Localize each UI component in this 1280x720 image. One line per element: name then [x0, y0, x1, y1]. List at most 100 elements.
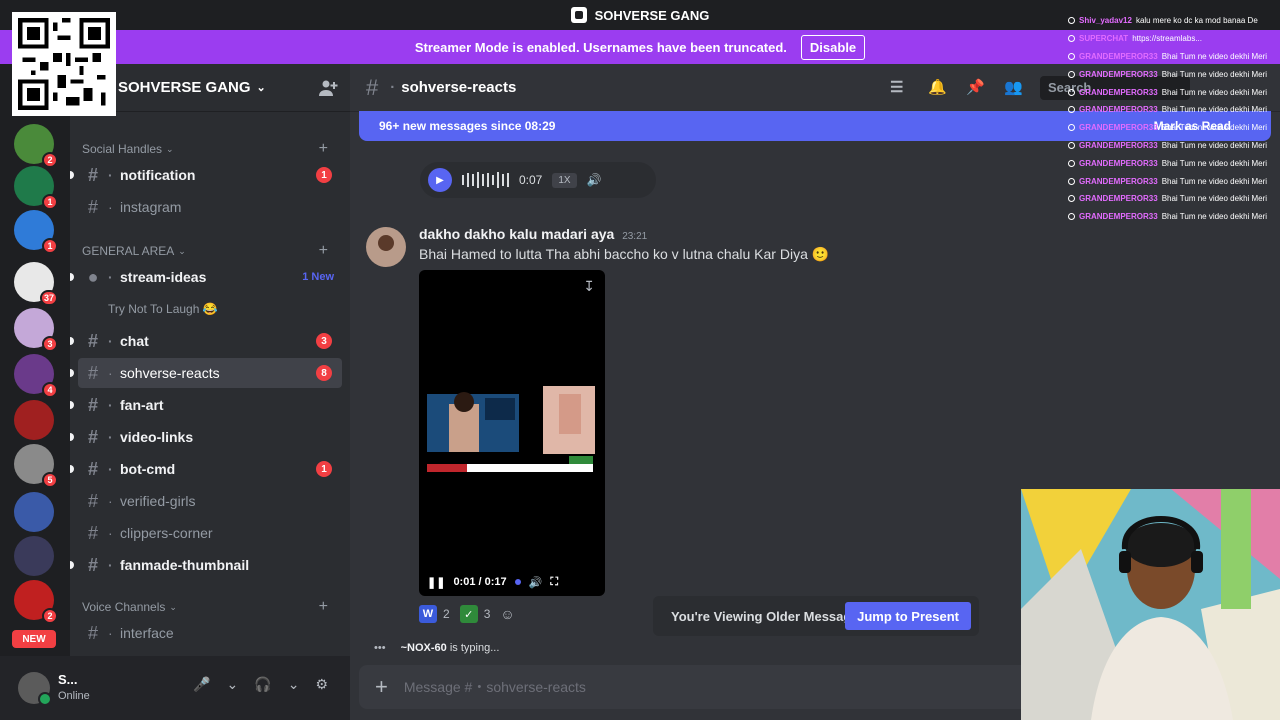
forum-icon: ●: [87, 266, 99, 287]
add-channel-icon[interactable]: +: [319, 140, 328, 158]
category-label: GENERAL AREA: [82, 244, 175, 258]
progress-dot[interactable]: [514, 579, 521, 585]
server-list: 2 1 1 37 3 4 5 2 NEW: [0, 64, 70, 720]
category-voice-channels[interactable]: Voice Channels ⌄ +: [82, 598, 338, 616]
unread-indicator: [70, 337, 74, 345]
hash-icon: #: [87, 522, 98, 543]
hash-icon: #: [87, 394, 98, 415]
gear-icon[interactable]: ⚙: [315, 676, 328, 693]
hash-icon: #: [87, 362, 98, 383]
channel-notification[interactable]: # · notification 1: [70, 160, 342, 190]
play-icon[interactable]: ▶: [428, 168, 452, 192]
unread-indicator: [70, 401, 74, 409]
video-attachment[interactable]: ↧ ❚❚ 0:01 / 0:17 🔊 ⛶: [419, 270, 605, 596]
add-channel-icon[interactable]: +: [319, 242, 328, 260]
channel-chat[interactable]: # · chat 3: [70, 326, 342, 356]
reaction-check[interactable]: ✓ 3: [459, 605, 491, 623]
server-badge: 4: [42, 382, 58, 398]
volume-icon[interactable]: 🔊: [529, 576, 543, 589]
message-input[interactable]: Message #・sohverse-reacts: [404, 677, 586, 697]
stream-chat-line: GRANDEMPEROR33 Bhai Tum ne video dekhi Me…: [1068, 65, 1280, 83]
webcam-overlay: [1021, 489, 1280, 720]
avatar[interactable]: [18, 672, 52, 706]
message-header: dakho dakho kalu madari aya 23:21: [419, 226, 647, 242]
new-servers-pill[interactable]: NEW: [12, 630, 56, 648]
user-info[interactable]: S... Online: [58, 672, 90, 704]
stream-chat-line: GRANDEMPEROR33 Bhai Tum ne video dekhi Me…: [1068, 83, 1280, 101]
channel-label: verified-girls: [120, 493, 196, 509]
message-avatar[interactable]: [366, 227, 406, 267]
server-icon-11[interactable]: 2: [14, 580, 58, 624]
channel-fan-art[interactable]: # · fan-art: [70, 390, 342, 420]
reaction-count: 3: [483, 607, 491, 621]
chevron-down-icon[interactable]: ⌄: [288, 676, 300, 693]
voice-message: ▶ 0:07 1X 🔊: [420, 162, 656, 198]
server-icon-6[interactable]: 4: [14, 354, 58, 398]
add-reaction-icon[interactable]: ☺: [500, 606, 514, 622]
server-icon-4[interactable]: 37: [14, 262, 58, 306]
invite-people-icon[interactable]: [318, 78, 338, 98]
stream-chat-overlay: Shiv_yadav12 kalu mere ko dc ka mod banaa…: [1068, 12, 1280, 234]
hash-icon: #: [87, 490, 98, 511]
hash-icon: #: [87, 330, 98, 351]
category-social-handles[interactable]: Social Handles ⌄ +: [82, 140, 338, 158]
channel-instagram[interactable]: # · instagram: [78, 192, 342, 222]
microphone-icon[interactable]: 🎤: [193, 676, 210, 693]
server-icon-2[interactable]: 1: [14, 166, 58, 210]
fullscreen-icon[interactable]: ⛶: [550, 576, 558, 589]
reaction-emoji: W: [419, 605, 437, 623]
threads-icon[interactable]: ☰: [890, 78, 910, 98]
channel-clippers-corner[interactable]: # · clippers-corner: [78, 518, 342, 548]
category-label: Social Handles: [82, 142, 163, 156]
message-author[interactable]: dakho dakho kalu madari aya: [419, 226, 614, 242]
disable-button[interactable]: Disable: [800, 34, 866, 60]
reaction-emoji: ✓: [459, 605, 478, 623]
stream-chat-line: Shiv_yadav12 kalu mere ko dc ka mod banaa…: [1068, 12, 1280, 30]
bell-icon[interactable]: 🔔: [928, 78, 948, 98]
channel-verified-girls[interactable]: # · verified-girls: [78, 486, 342, 516]
volume-icon[interactable]: 🔊: [587, 173, 602, 187]
channel-label: chat: [120, 333, 149, 349]
add-attachment-icon[interactable]: +: [375, 674, 388, 700]
channel-sohverse-reacts[interactable]: # · sohverse-reacts 8: [70, 358, 342, 388]
chevron-down-icon: ⌄: [256, 82, 266, 94]
category-general-area[interactable]: GENERAL AREA ⌄ +: [82, 242, 338, 260]
server-icon-10[interactable]: [14, 536, 54, 576]
channel-stream-ideas[interactable]: ● · stream-ideas 1 New: [70, 262, 342, 292]
thread-label: Try Not To Laugh 😂: [108, 302, 218, 316]
reaction-w[interactable]: W 2: [419, 605, 450, 623]
video-thumbnail: [427, 386, 595, 472]
channel-interface[interactable]: # · interface: [78, 618, 342, 648]
channel-fanmade-thumbnail[interactable]: # · fanmade-thumbnail: [70, 550, 342, 580]
header-toolbar: ☰ 🔔 📌 👥: [890, 78, 1024, 98]
channel-bot-cmd[interactable]: # · bot-cmd 1: [70, 454, 342, 484]
stream-chat-line: GRANDEMPEROR33 Bhai Tum ne video dekhi Me…: [1068, 154, 1280, 172]
video-controls: ❚❚ 0:01 / 0:17 🔊 ⛶: [419, 568, 605, 596]
older-messages-text: You're Viewing Older Messages: [671, 608, 866, 624]
server-icon-3[interactable]: 1: [14, 210, 58, 254]
server-badge: 1: [42, 194, 58, 210]
server-icon-5[interactable]: 3: [14, 308, 58, 352]
thread-try-not-to-laugh[interactable]: Try Not To Laugh 😂: [78, 294, 342, 324]
pause-icon[interactable]: ❚❚: [427, 576, 445, 589]
category-label: Voice Channels: [82, 600, 166, 614]
server-icon-8[interactable]: 5: [14, 444, 58, 488]
chevron-down-icon: ⌄: [166, 143, 174, 154]
add-channel-icon[interactable]: +: [319, 598, 328, 616]
stream-chat-line: GRANDEMPEROR33 Bhai Tum ne video dekhi Me…: [1068, 137, 1280, 155]
headphones-icon[interactable]: 🎧: [254, 676, 271, 693]
typing-indicator: ••• ~NOX-60 is typing...: [374, 642, 500, 654]
server-icon-1[interactable]: 2: [14, 124, 58, 168]
waveform: [462, 172, 509, 188]
server-icon-9[interactable]: [14, 492, 54, 532]
chevron-down-icon[interactable]: ⌄: [227, 676, 239, 693]
playback-speed-button[interactable]: 1X: [552, 172, 577, 188]
jump-to-present-button[interactable]: Jump to Present: [845, 602, 971, 630]
channel-video-links[interactable]: # · video-links: [70, 422, 342, 452]
server-icon-7[interactable]: [14, 400, 54, 440]
pin-icon[interactable]: 📌: [966, 78, 986, 98]
channel-label: sohverse-reacts: [120, 365, 220, 381]
hash-icon: #: [87, 554, 98, 575]
download-icon[interactable]: ↧: [583, 278, 595, 295]
members-icon[interactable]: 👥: [1004, 78, 1024, 98]
